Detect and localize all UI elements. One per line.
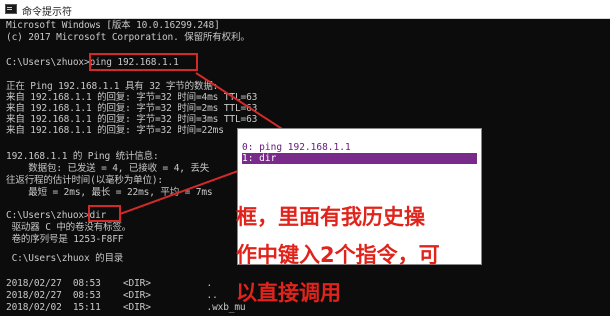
cmd-window: 命令提示符 Microsoft Windows [版本 10.0.16299.2…: [0, 0, 610, 316]
annotation-line: 作中键入2个指令，可: [236, 243, 440, 267]
window-title: 命令提示符: [22, 7, 72, 18]
annotation-line: 以直接调用: [236, 281, 341, 305]
console-line: 驱动器 C 中的卷没有标签。: [6, 222, 132, 233]
console-line: 往返行程的估计时间(以毫秒为单位):: [6, 175, 163, 186]
title-bar[interactable]: 命令提示符: [0, 0, 610, 19]
console-line: Microsoft Windows [版本 10.0.16299.248]: [6, 20, 220, 31]
ping-command-highlight: [89, 53, 198, 71]
annotation-text: 框，里面有我历史操 作中键入2个指令，可 以直接调用: [236, 198, 536, 312]
console-line: 192.168.1.1 的 Ping 统计信息:: [6, 151, 159, 162]
console-line: 来自 192.168.1.1 的回复: 字节=32 时间=22ms: [6, 125, 224, 136]
dir-command-highlight: [88, 205, 121, 222]
console-line: 最短 = 2ms, 最长 = 22ms, 平均 = 7ms: [6, 187, 213, 198]
console-line: (c) 2017 Microsoft Corporation. 保留所有权利。: [6, 32, 250, 43]
history-item-dir[interactable]: 1: dir: [242, 153, 477, 164]
console-line: 2018/02/27 08:53 <DIR> .: [6, 278, 213, 289]
cmd-icon: [5, 4, 17, 14]
console-line: 2018/02/27 08:53 <DIR> ..: [6, 290, 218, 301]
console-line: C:\Users\zhuox 的目录: [6, 253, 124, 264]
history-item-ping[interactable]: 0: ping 192.168.1.1: [242, 142, 477, 153]
console-line: 数据包: 已发送 = 4, 已接收 = 4, 丢失: [6, 163, 210, 174]
annotation-line: 框，里面有我历史操: [236, 205, 425, 229]
console-line: 卷的序列号是 1253-F8FF: [6, 234, 124, 245]
console-line: 2018/02/02 15:11 <DIR> .wxb_mu: [6, 302, 246, 313]
